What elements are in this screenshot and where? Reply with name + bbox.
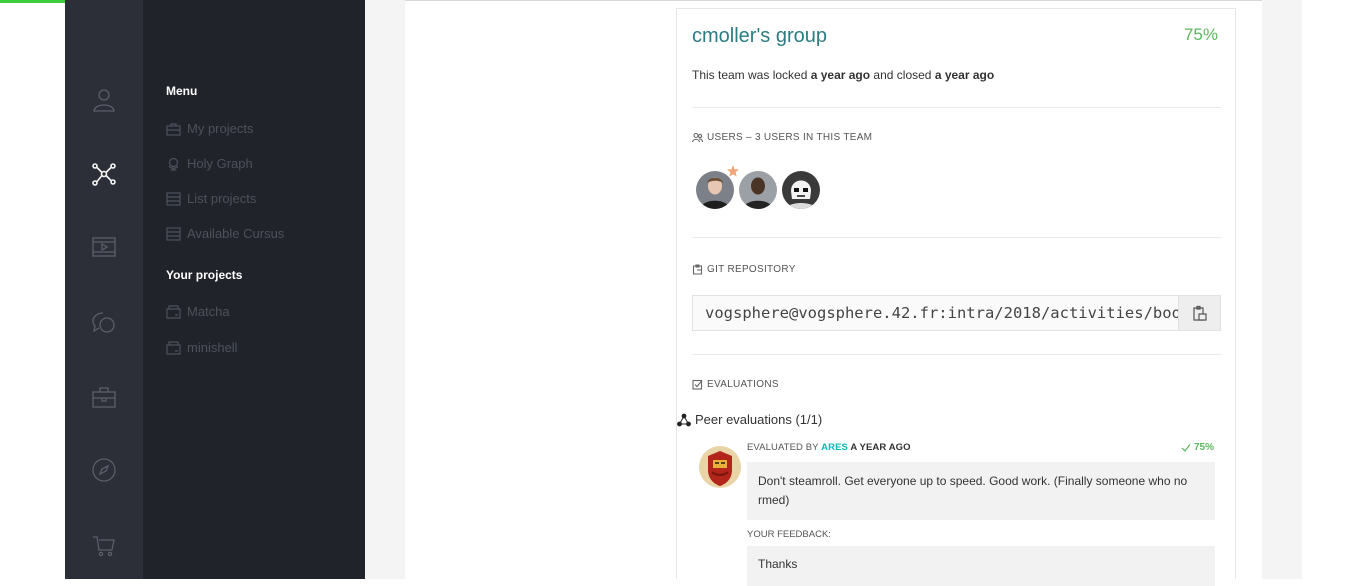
rail-shop-button[interactable]: [65, 525, 143, 565]
users-icon: [692, 132, 703, 143]
globe-stand-icon: [168, 157, 179, 171]
peer-evaluations-text: Peer evaluations (1/1): [695, 412, 823, 427]
feedback-label: YOUR FEEDBACK:: [747, 529, 831, 540]
evaluation-score: 75%: [1181, 442, 1214, 453]
locked-when: a year ago: [810, 68, 871, 82]
avatar[interactable]: [739, 171, 777, 209]
menu-item-label: minishell: [187, 340, 238, 355]
user-photo-2: [739, 171, 777, 209]
menu-item-available-cursus[interactable]: Available Cursus: [166, 226, 284, 241]
users-label-text: USERS – 3 USERS IN THIS TEAM: [707, 132, 873, 143]
menu-item-my-projects[interactable]: My projects: [166, 121, 253, 136]
film-icon: [92, 237, 116, 257]
evaluation-comment: Don't steamroll. Get everyone up to spee…: [747, 462, 1215, 520]
evaluations-section-label: EVALUATIONS: [692, 379, 779, 390]
feedback-text: Thanks: [747, 546, 1215, 586]
git-section-label: GIT REPOSITORY: [692, 264, 796, 275]
menu-item-holy-graph[interactable]: Holy Graph: [166, 156, 253, 171]
team-lock-status: This team was locked a year ago and clos…: [692, 68, 994, 82]
avatar[interactable]: [782, 171, 820, 209]
network-icon: [677, 413, 691, 426]
briefcase-icon: [92, 387, 116, 408]
icon-rail: [65, 0, 143, 579]
users-section-label: USERS – 3 USERS IN THIS TEAM: [692, 132, 872, 143]
divider: [692, 354, 1221, 355]
evaluations-label-text: EVALUATIONS: [707, 379, 779, 390]
rail-chat-button[interactable]: [65, 302, 143, 342]
divider: [692, 107, 1221, 108]
evaluator-avatar[interactable]: [699, 446, 741, 488]
menu-item-project-matcha[interactable]: Matcha: [166, 304, 230, 319]
team-score: 75%: [1183, 25, 1218, 44]
evaluation-time: A YEAR AGO: [847, 442, 911, 453]
folder-icon: [166, 340, 181, 355]
menu-item-label: Matcha: [187, 304, 230, 319]
git-repository-field[interactable]: vogsphere@vogsphere.42.fr:intra/2018/act…: [692, 295, 1179, 331]
evaluation-score-value: 75%: [1193, 442, 1214, 453]
cart-icon: [93, 536, 115, 557]
check-icon: [1181, 443, 1191, 452]
lock-prefix: This team was locked: [692, 68, 811, 82]
menu-item-label: Available Cursus: [187, 226, 285, 241]
menu-item-label: List projects: [187, 191, 257, 206]
rail-compass-button[interactable]: [65, 450, 143, 490]
divider: [692, 237, 1221, 238]
chat-icon: [92, 312, 115, 333]
page-gutter-right: [1262, 0, 1302, 579]
menu-item-project-minishell[interactable]: minishell: [166, 340, 238, 355]
git-label-text: GIT REPOSITORY: [707, 264, 796, 275]
user-photo-3: [782, 171, 820, 209]
page-gutter-left: [365, 0, 405, 579]
evaluator-login-link[interactable]: ARES: [821, 442, 848, 453]
copy-repository-button[interactable]: [1178, 295, 1221, 331]
briefcase-icon: [166, 122, 181, 136]
closed-when: a year ago: [934, 68, 995, 82]
list-icon: [166, 191, 181, 206]
rail-briefcase-button[interactable]: [65, 377, 143, 417]
menu-panel: Menu My projects Holy Graph List project…: [143, 0, 365, 579]
team-card: cmoller's group 75% This team was locked…: [676, 8, 1236, 586]
clipboard-copy-icon: [1193, 305, 1207, 321]
team-title[interactable]: cmoller's group: [692, 25, 827, 48]
peer-evaluations-title: Peer evaluations (1/1): [677, 412, 822, 427]
evaluated-by-text: EVALUATED BY: [747, 442, 822, 453]
evaluation-header: EVALUATED BY ARES A YEAR AGO: [747, 442, 911, 453]
list-icon: [166, 226, 181, 241]
menu-item-label: My projects: [187, 121, 254, 136]
graph-icon: [92, 163, 116, 186]
checkbox-icon: [692, 379, 703, 390]
projects-heading: Your projects: [166, 268, 243, 282]
menu-heading: Menu: [166, 84, 198, 98]
compass-icon: [92, 458, 116, 482]
user-icon: [93, 89, 115, 112]
folder-icon: [166, 304, 181, 319]
clipboard-icon: [692, 264, 703, 275]
evaluator-photo: [699, 446, 741, 488]
rail-graph-button[interactable]: [65, 154, 143, 194]
rail-film-button[interactable]: [65, 227, 143, 267]
menu-item-label: Holy Graph: [187, 156, 253, 171]
lock-middle: and closed: [870, 68, 935, 82]
menu-item-list-projects[interactable]: List projects: [166, 191, 256, 206]
rail-profile-button[interactable]: [65, 80, 143, 120]
star-icon: [727, 165, 739, 177]
